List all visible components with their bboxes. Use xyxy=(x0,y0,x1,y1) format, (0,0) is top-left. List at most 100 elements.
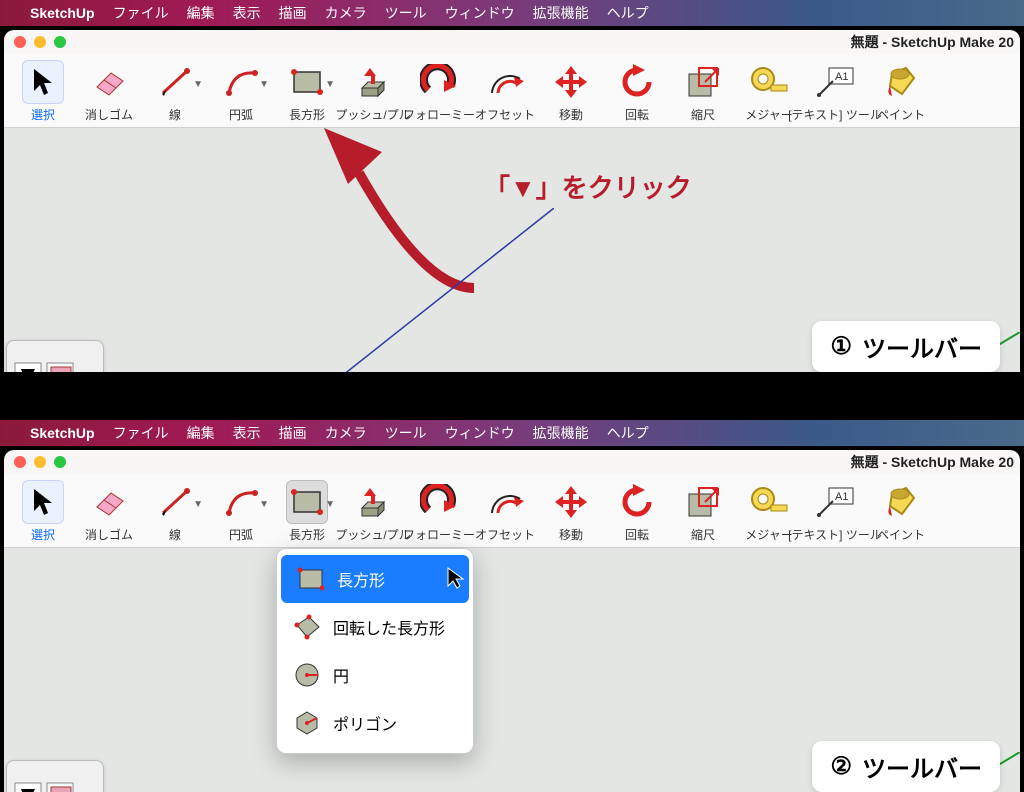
close-button[interactable] xyxy=(14,36,26,48)
tool-text[interactable]: A1[テキスト] ツール xyxy=(804,60,866,123)
tool-pushpull[interactable]: プッシュ/プル xyxy=(342,480,404,543)
menu-ext[interactable]: 拡張機能 xyxy=(533,423,589,443)
chevron-down-icon[interactable]: ▼ xyxy=(325,79,335,90)
canvas[interactable]: 長方形 回転した長方形 円 ポリゴン ② ツールバー xyxy=(4,548,1020,792)
tool-move[interactable]: 移動 xyxy=(540,480,602,543)
select-icon xyxy=(22,480,64,524)
tool-rotate[interactable]: 回転 xyxy=(606,480,668,543)
floating-palette[interactable] xyxy=(6,340,104,372)
tool-label: 長方形 xyxy=(289,526,325,543)
dropdown-item-rectangle[interactable]: 長方形 xyxy=(281,555,469,603)
menu-ext[interactable]: 拡張機能 xyxy=(533,3,589,23)
rotate-icon xyxy=(616,60,658,104)
tool-followme[interactable]: フォローミー xyxy=(408,60,470,123)
tool-arc[interactable]: ▼ 円弧 xyxy=(210,480,272,543)
tool-scale[interactable]: 縮尺 xyxy=(672,480,734,543)
axis-line-blue xyxy=(314,208,554,372)
tool-text[interactable]: A1[テキスト] ツール xyxy=(804,480,866,543)
dropdown-item-polygon[interactable]: ポリゴン xyxy=(277,699,473,747)
tool-label: ペイント xyxy=(877,526,925,543)
app-menu[interactable]: SketchUp xyxy=(30,425,95,441)
menu-camera[interactable]: カメラ xyxy=(325,3,367,23)
line-icon: ▼ xyxy=(154,60,196,104)
tool-offset[interactable]: オフセット xyxy=(474,480,536,543)
badge-number: ① xyxy=(830,332,852,361)
menu-tools[interactable]: ツール xyxy=(385,423,427,443)
tool-paint[interactable]: ペイント xyxy=(870,480,932,543)
tool-eraser[interactable]: 消しゴム xyxy=(78,60,140,123)
chevron-down-icon[interactable]: ▼ xyxy=(259,79,269,90)
menu-camera[interactable]: カメラ xyxy=(325,423,367,443)
tool-label: メジャー xyxy=(745,526,792,543)
tool-label: 移動 xyxy=(559,106,583,123)
rotated-rectangle-icon xyxy=(293,613,321,641)
tool-line[interactable]: ▼線 xyxy=(144,60,206,123)
fullscreen-button[interactable] xyxy=(54,456,66,468)
window-title: 無題 - SketchUp Make 20 xyxy=(851,452,1014,472)
menu-edit[interactable]: 編集 xyxy=(187,423,215,443)
tool-followme[interactable]: フォローミー xyxy=(408,480,470,543)
tool-line[interactable]: ▼線 xyxy=(144,480,206,543)
chevron-down-icon[interactable]: ▼ xyxy=(193,79,203,90)
minimize-button[interactable] xyxy=(34,456,46,468)
tool-rect[interactable]: ▼長方形 xyxy=(276,60,338,123)
menu-help[interactable]: ヘルプ xyxy=(607,423,649,443)
menu-window[interactable]: ウィンドウ xyxy=(445,3,515,23)
dropdown-label: ポリゴン xyxy=(333,711,397,735)
badge-label: ツールバー xyxy=(862,329,982,364)
canvas[interactable]: 「▼」をクリック ① ツールバー xyxy=(4,128,1020,372)
tool-label: 選択 xyxy=(31,526,55,543)
tool-move[interactable]: 移動 xyxy=(540,60,602,123)
tool-offset[interactable]: オフセット xyxy=(474,60,536,123)
menu-view[interactable]: 表示 xyxy=(233,3,261,23)
tool-label: 円弧 xyxy=(229,526,253,543)
menu-edit[interactable]: 編集 xyxy=(187,3,215,23)
badge-label: ツールバー xyxy=(862,749,982,784)
menu-draw[interactable]: 描画 xyxy=(279,3,307,23)
tool-rotate[interactable]: 回転 xyxy=(606,60,668,123)
tool-rect[interactable]: ▼ 長方形 xyxy=(276,480,338,543)
tool-eraser[interactable]: 消しゴム xyxy=(78,480,140,543)
chevron-down-icon[interactable]: ▼ xyxy=(259,499,269,510)
chevron-down-icon[interactable]: ▼ xyxy=(193,499,203,510)
menu-tools[interactable]: ツール xyxy=(385,3,427,23)
minimize-button[interactable] xyxy=(34,36,46,48)
floating-palette[interactable] xyxy=(6,760,104,792)
dropdown-item-circle[interactable]: 円 xyxy=(277,651,473,699)
fullscreen-button[interactable] xyxy=(54,36,66,48)
rectangle-icon xyxy=(297,565,325,593)
tool-label: メジャー xyxy=(745,106,792,123)
paint-icon xyxy=(880,60,922,104)
dropdown-item-rotated-rectangle[interactable]: 回転した長方形 xyxy=(277,603,473,651)
tool-arc[interactable]: ▼円弧 xyxy=(210,60,272,123)
tool-label: プッシュ/プル xyxy=(335,526,410,543)
tool-select[interactable]: 選択 xyxy=(12,60,74,123)
tool-pushpull[interactable]: プッシュ/プル xyxy=(342,60,404,123)
menu-file[interactable]: ファイル xyxy=(113,423,169,443)
tool-scale[interactable]: 縮尺 xyxy=(672,60,734,123)
tool-label: 回転 xyxy=(625,106,649,123)
close-button[interactable] xyxy=(14,456,26,468)
eraser-icon xyxy=(88,60,130,104)
panel-1: SketchUp ファイル 編集 表示 描画 カメラ ツール ウィンドウ 拡張機… xyxy=(0,0,1024,372)
menubar: SketchUp ファイル 編集 表示 描画 カメラ ツール ウィンドウ 拡張機… xyxy=(0,420,1024,446)
app-menu[interactable]: SketchUp xyxy=(30,5,95,21)
chevron-down-icon[interactable]: ▼ xyxy=(325,499,335,510)
menu-view[interactable]: 表示 xyxy=(233,423,261,443)
move-icon xyxy=(550,480,592,524)
menu-draw[interactable]: 描画 xyxy=(279,423,307,443)
tool-label: 消しゴム xyxy=(85,526,133,543)
badge-number: ② xyxy=(830,752,852,781)
panel-2: SketchUp ファイル 編集 表示 描画 カメラ ツール ウィンドウ 拡張機… xyxy=(0,420,1024,792)
tool-select[interactable]: 選択 xyxy=(12,480,74,543)
followme-icon xyxy=(418,60,460,104)
menu-window[interactable]: ウィンドウ xyxy=(445,423,515,443)
tape-icon xyxy=(748,480,790,524)
menu-file[interactable]: ファイル xyxy=(113,3,169,23)
rect-icon: ▼ xyxy=(286,60,328,104)
tool-paint[interactable]: ペイント xyxy=(870,60,932,123)
tool-label: 線 xyxy=(169,526,181,543)
tool-label: 移動 xyxy=(559,526,583,543)
window-titlebar: 無題 - SketchUp Make 20 xyxy=(4,30,1020,54)
menu-help[interactable]: ヘルプ xyxy=(607,3,649,23)
